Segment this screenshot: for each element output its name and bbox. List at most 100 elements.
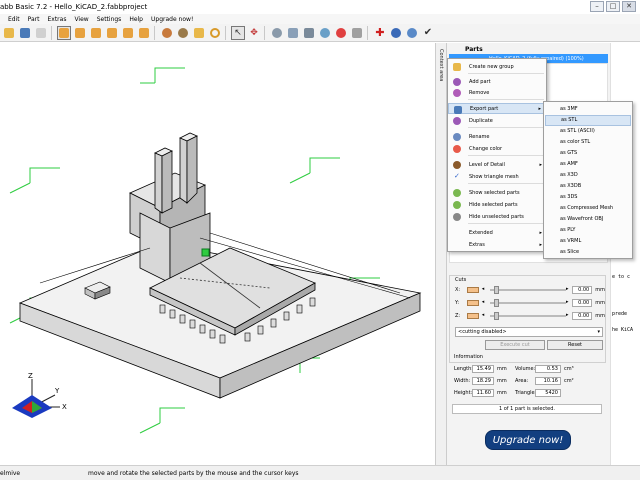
- cut-y-swatch[interactable]: [466, 300, 479, 306]
- measure-icon[interactable]: [192, 26, 206, 40]
- menu-upgrade[interactable]: Upgrade now!: [151, 16, 193, 23]
- export-vrml[interactable]: as VRML: [545, 236, 631, 247]
- export-stl[interactable]: as STL: [545, 115, 631, 126]
- export-3mf[interactable]: as 3MF: [545, 104, 631, 115]
- add-icon[interactable]: ✚: [373, 26, 387, 40]
- gizmo-marker[interactable]: [201, 248, 210, 257]
- context-area-tab[interactable]: Context area: [435, 43, 447, 465]
- menu-item-hide-selected[interactable]: Hide selected parts: [448, 199, 546, 210]
- menu-item-change-color[interactable]: Change color: [448, 143, 546, 154]
- menu-item-extras[interactable]: Extras ▸: [448, 239, 546, 250]
- cut-x-swatch[interactable]: [466, 287, 479, 293]
- area-value: 10.16: [535, 377, 561, 385]
- cut-mode-select[interactable]: <cutting disabled> ▾: [455, 327, 603, 337]
- material-icon[interactable]: [176, 26, 190, 40]
- menu-separator: [468, 73, 544, 74]
- export-x3d[interactable]: as X3D: [545, 170, 631, 181]
- menu-item-label: Extras: [469, 241, 485, 248]
- menu-item-rename[interactable]: Rename: [448, 131, 546, 142]
- menu-extras[interactable]: Extras: [47, 16, 66, 23]
- check-icon[interactable]: ✔: [421, 26, 435, 40]
- menu-edit[interactable]: Edit: [8, 16, 20, 23]
- close-button[interactable]: ✕: [622, 1, 636, 12]
- check-icon: ✓: [454, 172, 460, 180]
- cut-x-value[interactable]: 0.00: [572, 286, 593, 294]
- export-slice[interactable]: as Slice: [545, 247, 631, 258]
- menu-item-export-part[interactable]: Export part ▸: [448, 103, 546, 114]
- view-bottom-icon[interactable]: [137, 26, 151, 40]
- cut-z-unit: mm: [595, 313, 605, 319]
- upgrade-now-button[interactable]: Upgrade now!: [485, 430, 571, 450]
- menu-item-remove[interactable]: Remove: [448, 87, 546, 98]
- open-icon[interactable]: [2, 26, 16, 40]
- layers-icon[interactable]: [286, 26, 300, 40]
- length-label: Length:: [454, 366, 473, 372]
- menu-settings[interactable]: Settings: [97, 16, 122, 23]
- compass-icon[interactable]: [389, 26, 403, 40]
- 3d-viewport[interactable]: Z Y X: [0, 43, 435, 465]
- menu-item-hide-unselected[interactable]: Hide unselected parts: [448, 211, 546, 222]
- export-3ds[interactable]: as 3DS: [545, 192, 631, 203]
- undo-icon[interactable]: [34, 26, 48, 40]
- menu-item-level-of-detail[interactable]: Level of Detail ▸: [448, 159, 546, 170]
- view-back-icon[interactable]: [73, 26, 87, 40]
- volume-label: Volume:: [515, 366, 536, 372]
- info-icon[interactable]: [405, 26, 419, 40]
- view-top-icon[interactable]: [121, 26, 135, 40]
- export-gts[interactable]: as GTS: [545, 148, 631, 159]
- color-icon: [453, 145, 461, 153]
- view-front-icon[interactable]: [57, 25, 71, 40]
- menu-item-duplicate[interactable]: Duplicate: [448, 115, 546, 126]
- cut-y-slider[interactable]: ◂ ▸: [482, 299, 568, 307]
- menu-view[interactable]: View: [74, 16, 88, 23]
- export-compressed-mesh[interactable]: as Compressed Mesh: [545, 203, 631, 214]
- cut-z-swatch[interactable]: [466, 313, 479, 319]
- menu-item-add-part[interactable]: Add part: [448, 76, 546, 87]
- hide-unselected-icon: [453, 213, 461, 221]
- menu-item-show-triangle-mesh[interactable]: ✓ Show triangle mesh: [448, 171, 546, 182]
- info-row-length: Length: 15.49 mm Volume: 0.53 cm³: [454, 364, 604, 374]
- cut-y-value[interactable]: 0.00: [572, 299, 593, 307]
- toolbar-separator: [225, 25, 226, 40]
- move-icon[interactable]: ✥: [247, 26, 261, 40]
- menu-part[interactable]: Part: [28, 16, 40, 23]
- status-message: move and rotate the selected parts by th…: [88, 469, 299, 477]
- menu-item-show-selected[interactable]: Show selected parts: [448, 187, 546, 198]
- menu-help[interactable]: Help: [129, 16, 143, 23]
- cut-z-label: Z:: [455, 313, 461, 319]
- color-icon[interactable]: [334, 26, 348, 40]
- paint-icon[interactable]: [302, 26, 316, 40]
- settings-icon[interactable]: [270, 26, 284, 40]
- save-icon[interactable]: [18, 26, 32, 40]
- menu-item-label: Show selected parts: [469, 189, 520, 196]
- select-arrow-icon[interactable]: ↖: [231, 25, 245, 40]
- view-right-icon[interactable]: [105, 26, 119, 40]
- window-title: abb Basic 7.2 - Hello_KiCAD_2.fabbprojec…: [0, 3, 148, 11]
- export-color-stl[interactable]: as color STL: [545, 137, 631, 148]
- export-wavefront-obj[interactable]: as Wavefront OBJ: [545, 214, 631, 225]
- shape-icon[interactable]: [318, 26, 332, 40]
- toolbar: ↖ ✥ ✚ ✔: [0, 24, 640, 42]
- export-x3db[interactable]: as X3DB: [545, 181, 631, 192]
- search-icon[interactable]: [208, 26, 222, 40]
- menu-item-extended[interactable]: Extended ▸: [448, 227, 546, 238]
- toolbar-separator: [264, 25, 265, 40]
- menu-item-create-group[interactable]: Create new group: [448, 61, 546, 72]
- cut-z-slider[interactable]: ◂ ▸: [482, 312, 568, 320]
- area-label: Area:: [515, 378, 529, 384]
- cut-x-slider[interactable]: ◂ ▸: [482, 286, 568, 294]
- shape2-icon[interactable]: [350, 26, 364, 40]
- palette-icon[interactable]: [160, 26, 174, 40]
- export-amf[interactable]: as AMF: [545, 159, 631, 170]
- export-ply[interactable]: as PLY: [545, 225, 631, 236]
- add-part-icon: [453, 78, 461, 86]
- cuts-title: Cuts: [455, 277, 467, 283]
- view-left-icon[interactable]: [89, 26, 103, 40]
- axis-label-y: Y: [54, 387, 60, 395]
- export-stl-ascii[interactable]: as STL (ASCII): [545, 126, 631, 137]
- menu-item-label: Add part: [469, 78, 491, 85]
- maximize-button[interactable]: □: [606, 1, 620, 12]
- cut-z-value[interactable]: 0.00: [572, 312, 593, 320]
- model-scene[interactable]: Z Y X: [0, 43, 435, 465]
- minimize-button[interactable]: –: [590, 1, 604, 12]
